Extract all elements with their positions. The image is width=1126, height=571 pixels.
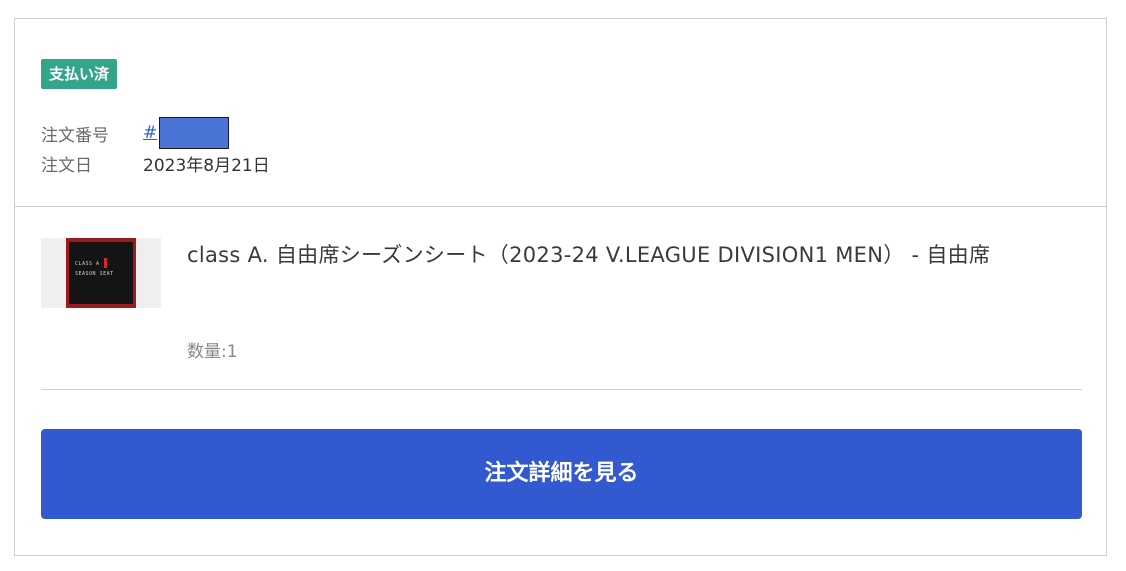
- item-thumbnail-frame[interactable]: CLASS A SEASON SEAT: [41, 238, 161, 308]
- thumbnail-text-line1: CLASS A: [75, 261, 100, 267]
- thumbnail-red-border-top: [66, 238, 136, 242]
- thumbnail-text-line2: SEASON SEAT: [75, 271, 114, 277]
- item-title[interactable]: class A. 自由席シーズンシート（2023-24 V.LEAGUE DIV…: [187, 239, 1077, 272]
- order-number-link[interactable]: #: [143, 123, 157, 143]
- order-number-row: 注文番号 #: [41, 117, 230, 149]
- item-quantity: 数量:1: [187, 342, 238, 362]
- view-order-details-button[interactable]: 注文詳細を見る: [41, 429, 1082, 519]
- thumbnail-red-border-left: [66, 238, 69, 308]
- order-date-label: 注文日: [41, 155, 92, 176]
- status-badge: 支払い済: [41, 59, 118, 89]
- order-number-label: 注文番号: [41, 125, 109, 146]
- thumbnail-red-border-right: [133, 238, 136, 308]
- order-date-row: 注文日 2023年8月21日: [41, 149, 270, 177]
- order-header: 支払い済 注文番号 # 注文日 2023年8月21日: [15, 19, 1106, 207]
- thumbnail-red-border-bottom: [66, 304, 136, 308]
- order-date-value: 2023年8月21日: [143, 155, 270, 176]
- thumbnail-red-mark: [104, 258, 107, 268]
- item-thumbnail-image: CLASS A SEASON SEAT: [66, 238, 136, 308]
- redacted-order-number: [159, 117, 230, 149]
- order-item: CLASS A SEASON SEAT class A. 自由席シーズンシート（…: [41, 207, 1082, 390]
- order-card: 支払い済 注文番号 # 注文日 2023年8月21日 CLASS A SEASO…: [14, 18, 1107, 556]
